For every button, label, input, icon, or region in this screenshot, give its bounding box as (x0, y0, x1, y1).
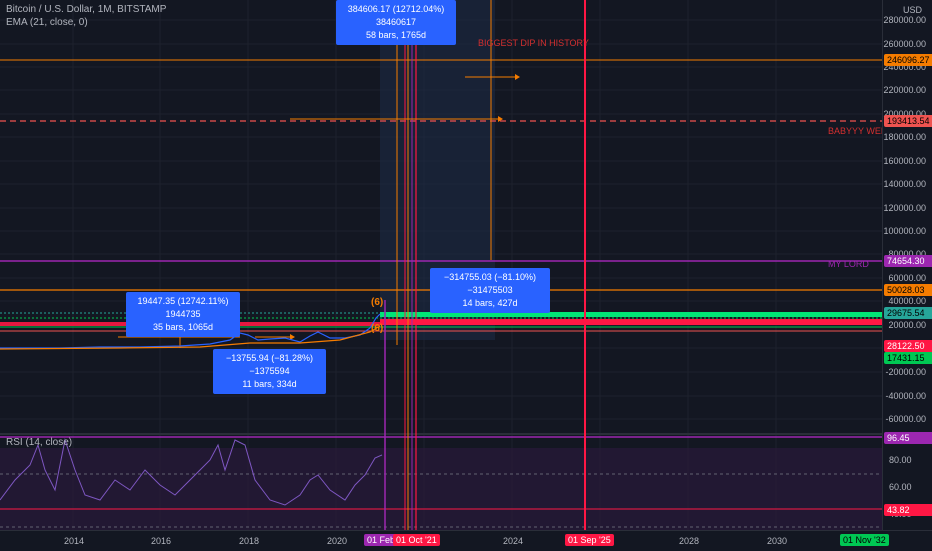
my-lord-label[interactable]: MY LORD (828, 259, 869, 269)
price-level-label[interactable]: 17431.15 (884, 352, 932, 364)
measure-box-projected-drop[interactable]: −314755.03 (−81.10%) −31475503 14 bars, … (430, 268, 550, 313)
time-tick-label: 2020 (327, 536, 348, 546)
price-tick-label: 160000.00 (883, 156, 926, 166)
price-level-label[interactable]: 74654.30 (884, 255, 932, 267)
rsi-level-label[interactable]: 43.82 (884, 504, 932, 516)
time-tick-label: 2018 (239, 536, 260, 546)
time-marker-label[interactable]: 01 Nov '32 (840, 534, 889, 546)
price-tick-label: -60000.00 (885, 414, 926, 424)
price-tick-label: 120000.00 (883, 203, 926, 213)
rsi-legend[interactable]: RSI (14, close) (6, 437, 72, 448)
measure-box-line1: −13755.94 (−81.28%) −1375594 (225, 353, 314, 376)
measure-box-line1: 384606.17 (12712.04%) 38460617 (347, 4, 445, 27)
time-tick-label: 2030 (767, 536, 788, 546)
price-tick-label: 180000.00 (883, 132, 926, 142)
price-tick-label: 100000.00 (883, 226, 926, 236)
wave-6-label-upper[interactable]: (6) (371, 297, 383, 308)
price-tick-label: -40000.00 (885, 391, 926, 401)
measure-box-line2: 35 bars, 1065d (152, 322, 214, 332)
measure-box-rise[interactable]: 19447.35 (12742.11%) 1944735 35 bars, 10… (126, 292, 240, 337)
measure-box-line1: 19447.35 (12742.11%) 1944735 (137, 296, 229, 319)
price-level-label[interactable]: 193413.54 (884, 115, 932, 127)
rsi-tick-label: 80.00 (889, 455, 912, 465)
price-tick-label: 60000.00 (888, 273, 926, 283)
arrow-head-1 (515, 74, 520, 80)
measure-box-line2: 11 bars, 334d (242, 379, 297, 389)
ema-legend[interactable]: EMA (21, close, 0) (6, 17, 88, 28)
measure-box-top[interactable]: 384606.17 (12712.04%) 38460617 58 bars, … (336, 0, 456, 45)
symbol-title[interactable]: Bitcoin / U.S. Dollar, 1M, BITSTAMP (6, 4, 166, 15)
level-red-bar[interactable] (380, 319, 882, 325)
price-tick-label: 280000.00 (883, 15, 926, 25)
price-tick-label: 20000.00 (888, 320, 926, 330)
time-tick-label: 2016 (151, 536, 172, 546)
time-marker-label[interactable]: 01 Sep '25 (565, 534, 614, 546)
time-tick-label: 2028 (679, 536, 700, 546)
price-level-label[interactable]: 28122.50 (884, 340, 932, 352)
biggest-dip-label[interactable]: BIGGEST DIP IN HISTORY (478, 38, 589, 48)
price-tick-label: -20000.00 (885, 367, 926, 377)
price-level-label[interactable]: 246096.27 (884, 54, 932, 66)
measure-box-line2: 58 bars, 1765d (365, 30, 427, 40)
price-level-label[interactable]: 50028.03 (884, 284, 932, 296)
time-tick-label: 2024 (503, 536, 524, 546)
wave-6-label-lower[interactable]: (6) (371, 323, 383, 334)
time-marker-label[interactable]: 01 Oct '21 (393, 534, 440, 546)
time-tick-label: 2014 (64, 536, 85, 546)
measure-box-drop[interactable]: −13755.94 (−81.28%) −1375594 11 bars, 33… (213, 349, 326, 394)
rsi-band (0, 448, 882, 530)
rsi-tick-label: 60.00 (889, 482, 912, 492)
rsi-level-label[interactable]: 96.45 (884, 432, 932, 444)
price-tick-label: 40000.00 (888, 296, 926, 306)
time-axis[interactable]: 20142016201820202022202420262028203001 F… (0, 530, 932, 551)
price-tick-label: 140000.00 (883, 179, 926, 189)
measure-box-line1: −314755.03 (−81.10%) −31475503 (443, 272, 537, 295)
price-tick-label: 260000.00 (883, 39, 926, 49)
price-level-label[interactable]: 29675.54 (884, 307, 932, 319)
price-tick-label: 220000.00 (883, 85, 926, 95)
measure-box-line2: 14 bars, 427d (462, 298, 518, 308)
